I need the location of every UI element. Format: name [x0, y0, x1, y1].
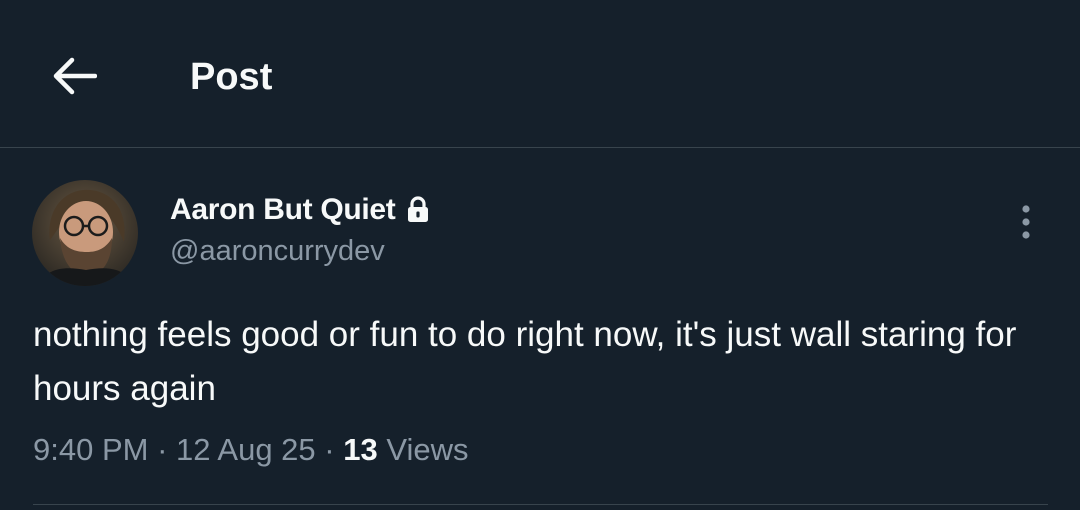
author-handle[interactable]: @aaroncurrydev: [170, 233, 385, 269]
views-count[interactable]: 13: [343, 432, 377, 467]
post-text: nothing feels good or fun to do right no…: [33, 315, 1017, 408]
avatar[interactable]: [32, 180, 138, 286]
page-title: Post: [190, 56, 273, 98]
meta-separator: ·: [148, 432, 177, 467]
divider: [33, 504, 1048, 505]
post-date[interactable]: 12 Aug 25: [176, 432, 316, 467]
lock-icon: [406, 195, 432, 225]
post-time[interactable]: 9:40 PM: [33, 432, 148, 467]
more-vertical-icon: [1022, 205, 1030, 239]
views-label: Views: [386, 432, 469, 467]
author-display-name[interactable]: Aaron But Quiet: [170, 193, 396, 227]
top-bar: Post: [0, 0, 1080, 148]
post-meta: 9:40 PM · 12 Aug 25 · 13 Views: [33, 428, 468, 472]
arrow-left-icon: [53, 57, 97, 95]
back-button[interactable]: [34, 36, 114, 116]
meta-separator: ·: [315, 432, 344, 467]
author-name-row: Aaron But Quiet: [170, 190, 432, 230]
more-options-button[interactable]: [1000, 196, 1052, 248]
